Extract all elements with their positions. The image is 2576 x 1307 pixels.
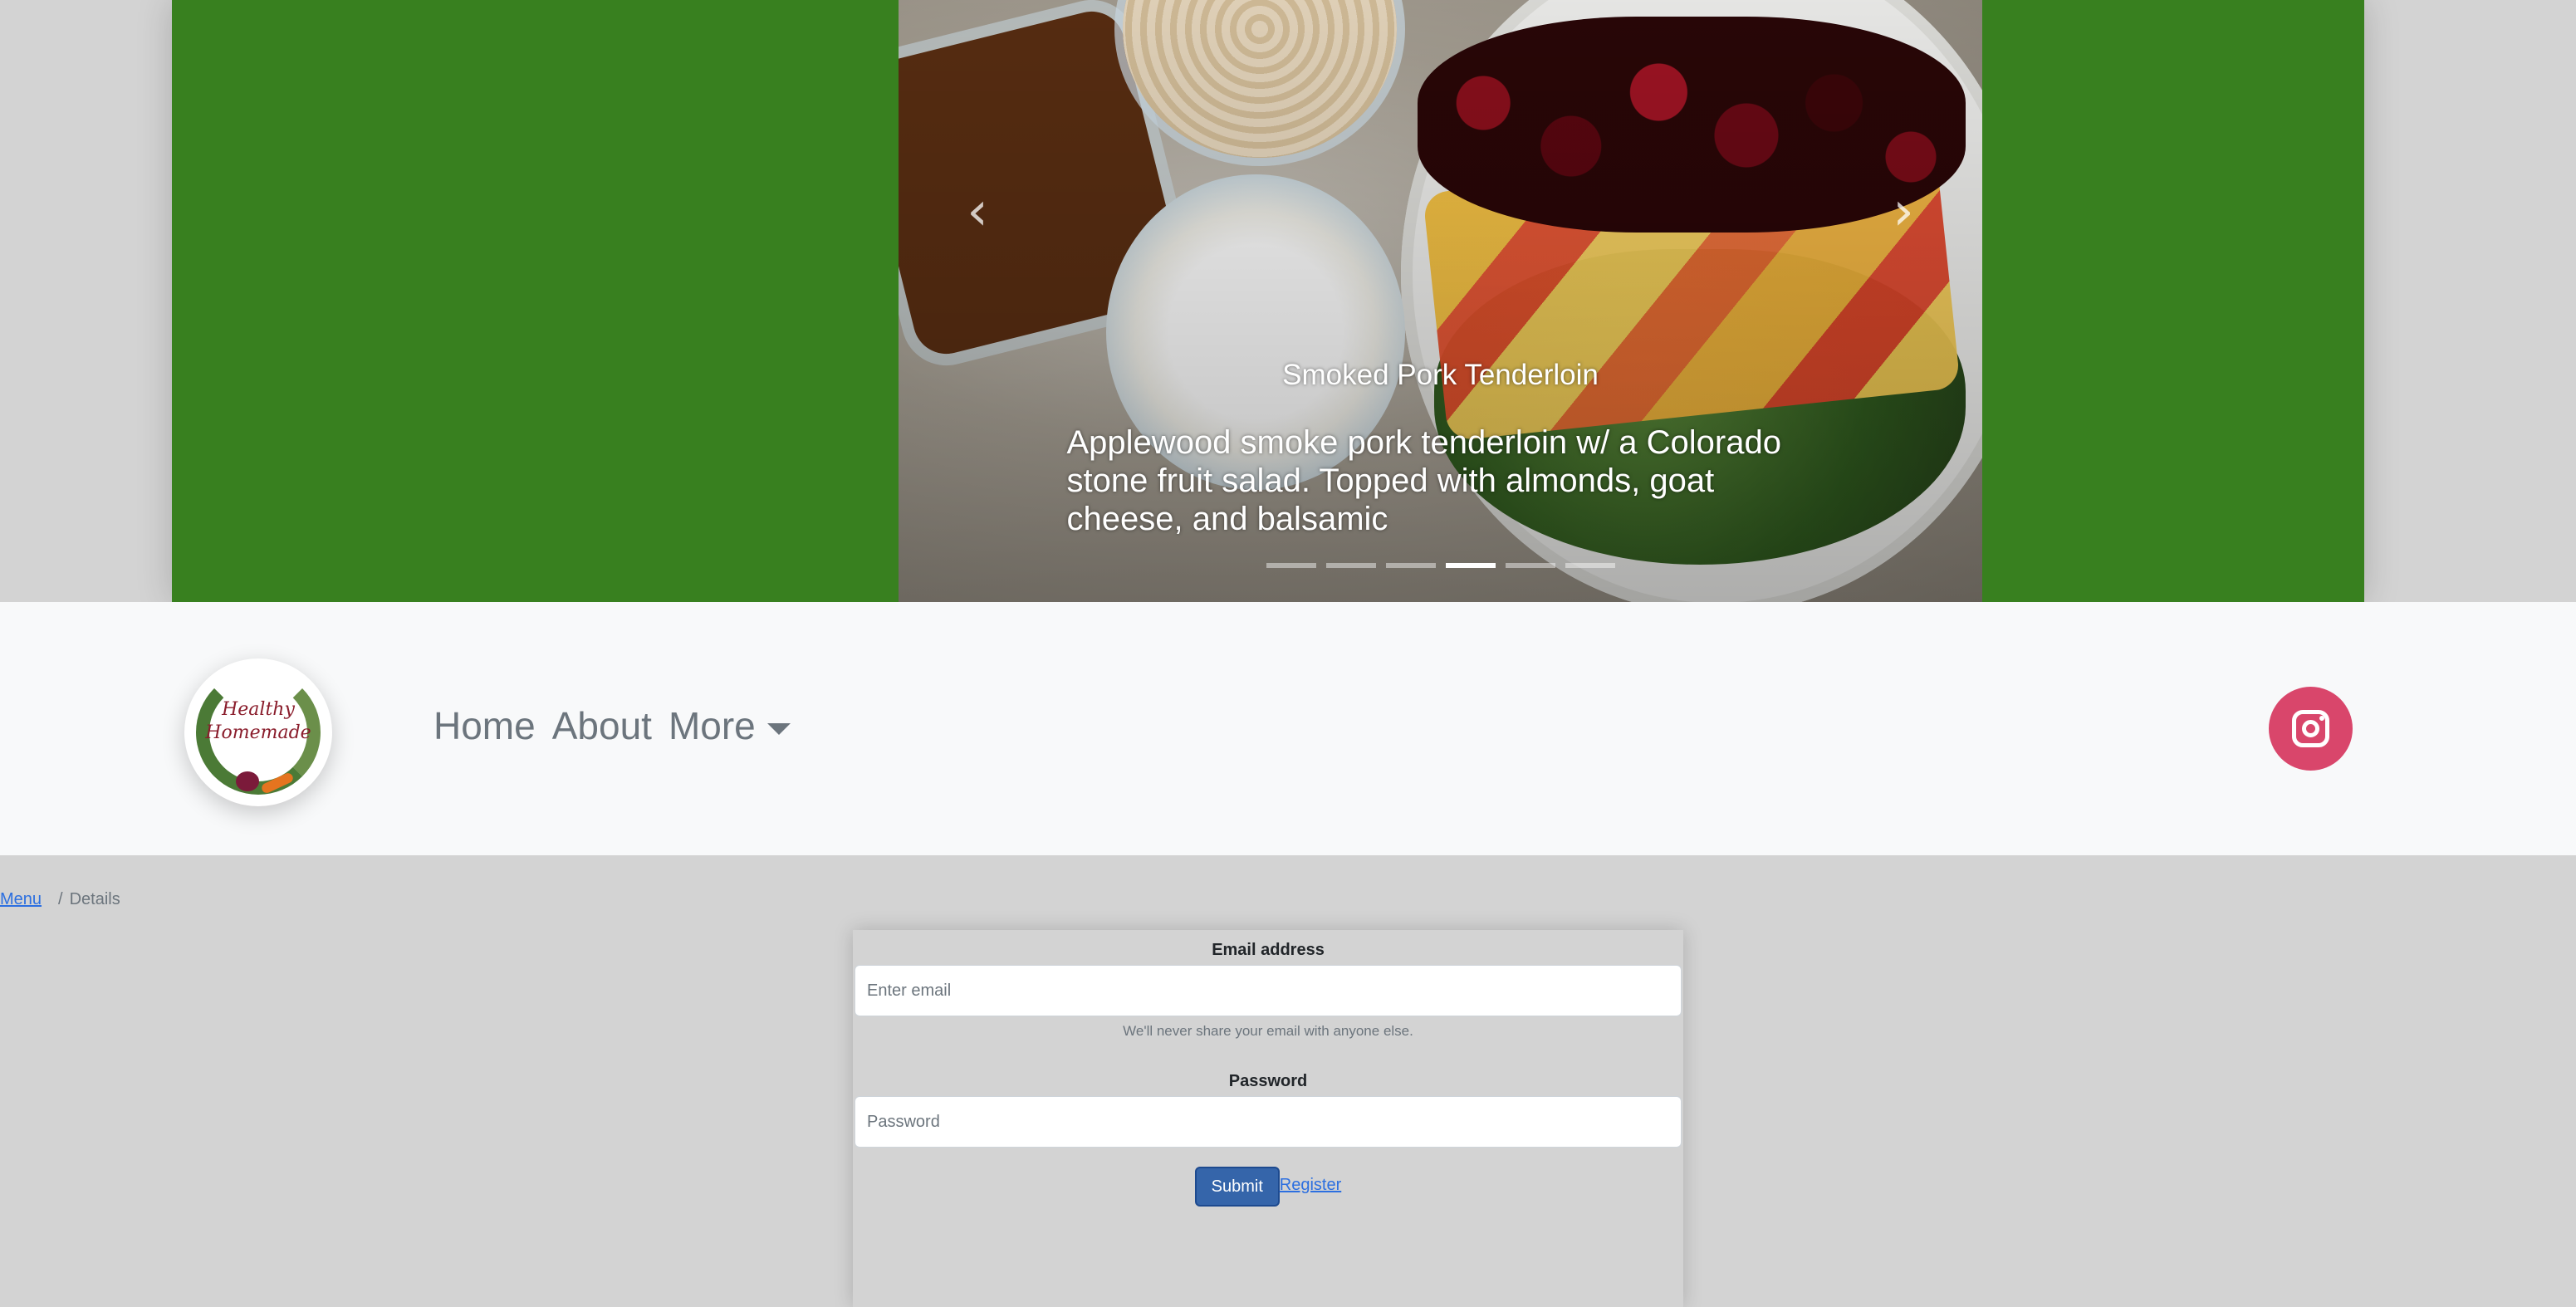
hero-section: ‹ › Smoked Pork Tenderloin Applewood smo…: [172, 0, 2364, 602]
carousel-indicator[interactable]: [1445, 563, 1496, 568]
instagram-icon[interactable]: [2269, 687, 2353, 771]
login-form: Email address We'll never share your ema…: [853, 930, 1683, 1307]
carousel-indicator[interactable]: [1505, 563, 1555, 568]
breadcrumb: Menu / Details: [0, 890, 120, 909]
caption-text: Applewood smoke pork tenderloin w/ a Col…: [1066, 424, 1782, 537]
carousel-indicator[interactable]: [1565, 563, 1615, 568]
nav-about-link[interactable]: About: [552, 703, 652, 748]
chevron-left-icon[interactable]: ‹: [932, 166, 1023, 257]
chevron-right-icon[interactable]: ›: [1858, 166, 1949, 257]
register-link[interactable]: Register: [1280, 1176, 1341, 1195]
logo-text: Healthy Homemade: [205, 699, 311, 743]
email-help-text: We'll never share your email with anyone…: [1123, 1023, 1413, 1039]
carousel-caption: Smoked Pork Tenderloin Applewood smoke p…: [899, 359, 1982, 538]
email-label: Email address: [1212, 941, 1325, 959]
password-field[interactable]: [855, 1096, 1682, 1148]
password-label: Password: [1228, 1072, 1308, 1090]
instagram-flash: [2319, 716, 2324, 721]
nav-home-link[interactable]: Home: [433, 703, 536, 748]
nav-more-dropdown[interactable]: More: [668, 703, 791, 748]
email-field[interactable]: [855, 965, 1682, 1016]
recipe-carousel: ‹ › Smoked Pork Tenderloin Applewood smo…: [899, 0, 1982, 602]
submit-button[interactable]: Submit: [1194, 1167, 1280, 1207]
instagram-lens: [2302, 720, 2319, 737]
carousel-indicator[interactable]: [1385, 563, 1436, 568]
beet-graphic: [236, 771, 259, 791]
navbar: Healthy Homemade Home About More: [0, 602, 2576, 855]
caption-title: Smoked Pork Tenderloin: [1282, 359, 1599, 391]
nav-links: Home About More: [433, 703, 791, 748]
carousel-indicator[interactable]: [1266, 563, 1316, 568]
carousel-indicators: [899, 563, 1982, 568]
breadcrumb-separator: /: [58, 890, 63, 908]
caret-down-icon: [766, 722, 791, 735]
form-actions: Submit Register: [853, 1167, 1683, 1207]
breadcrumb-current: Details: [69, 890, 120, 908]
nav-more-label: More: [668, 704, 756, 747]
carousel-indicator[interactable]: [1325, 563, 1376, 568]
breadcrumb-menu-link[interactable]: Menu: [0, 890, 42, 908]
healthy-homemade-logo[interactable]: Healthy Homemade: [184, 658, 332, 806]
